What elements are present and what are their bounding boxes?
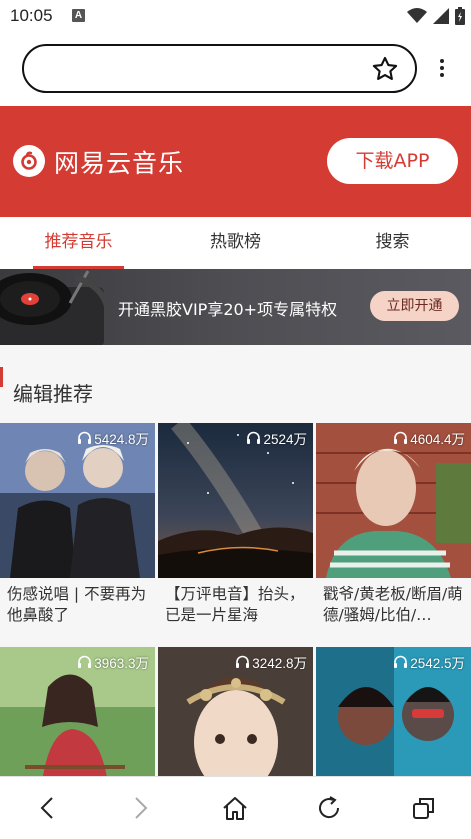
section-header: 编辑推荐 (0, 345, 471, 423)
play-count: 2542.5万 (393, 652, 465, 672)
status-time: 10:05 (10, 6, 53, 25)
url-input[interactable] (22, 44, 417, 93)
playlist-grid: 5424.8万 伤感说唱 | 不要再为他鼻酸了 2524万 【万评电音】抬头，已… (0, 423, 471, 802)
netease-logo-icon (13, 145, 45, 177)
play-count: 2524万 (246, 428, 307, 448)
vinyl-record-icon (0, 270, 110, 345)
forward-icon[interactable] (126, 793, 156, 823)
tabs-icon[interactable] (409, 793, 439, 823)
tab-hot-songs[interactable]: 热歌榜 (157, 217, 314, 269)
brand-header: 网易云音乐 下载APP (0, 106, 471, 217)
headphone-icon (394, 655, 408, 668)
vip-banner[interactable]: 开通黑胶VIP享20+项专属特权 立即开通 (0, 269, 471, 345)
status-bar: 10:05 A (0, 0, 471, 34)
play-count: 3963.3万 (77, 652, 149, 672)
kebab-menu-icon[interactable] (438, 59, 446, 79)
play-count-text: 3963.3万 (94, 656, 149, 671)
play-count: 5424.8万 (77, 428, 149, 448)
play-count-text: 4604.4万 (410, 432, 465, 447)
browser-bottom-nav (0, 776, 471, 839)
headphone-icon (236, 655, 250, 668)
brand-name: 网易云音乐 (54, 149, 185, 178)
tab-recommended[interactable]: 推荐音乐 (0, 217, 157, 269)
star-icon[interactable] (371, 55, 399, 83)
playlist-title: 【万评电音】抬头，已是一片星海 (165, 585, 305, 624)
play-count-text: 2542.5万 (410, 656, 465, 671)
tab-bar: 推荐音乐 热歌榜 搜索 (0, 217, 471, 269)
section-title: 编辑推荐 (13, 382, 93, 406)
download-app-button[interactable]: 下载APP (327, 138, 458, 184)
play-count-text: 3242.8万 (252, 656, 307, 671)
play-count: 3242.8万 (235, 652, 307, 672)
browser-address-bar (0, 34, 471, 106)
wifi-icon (407, 8, 427, 23)
tab-search[interactable]: 搜索 (314, 217, 471, 269)
back-icon[interactable] (32, 793, 62, 823)
headphone-icon (247, 431, 261, 444)
playlist-title: 戳爷/黄老板/断眉/萌德/骚姆/比伯/… (323, 585, 463, 624)
headphone-icon (394, 431, 408, 444)
battery-icon (455, 7, 465, 25)
headphone-icon (78, 655, 92, 668)
home-icon[interactable] (220, 793, 250, 823)
signal-icon (433, 8, 449, 24)
play-count-text: 5424.8万 (94, 432, 149, 447)
status-icons (407, 5, 465, 27)
vip-banner-text: 开通黑胶VIP享20+项专属特权 (118, 300, 338, 319)
playlist-title: 伤感说唱 | 不要再为他鼻酸了 (7, 585, 147, 624)
notification-icon: A (72, 9, 85, 22)
headphone-icon (78, 431, 92, 444)
play-count: 4604.4万 (393, 428, 465, 448)
vip-open-button[interactable]: 立即开通 (370, 291, 459, 321)
play-count-text: 2524万 (263, 432, 307, 447)
reload-icon[interactable] (314, 793, 344, 823)
section-marker (0, 367, 3, 387)
